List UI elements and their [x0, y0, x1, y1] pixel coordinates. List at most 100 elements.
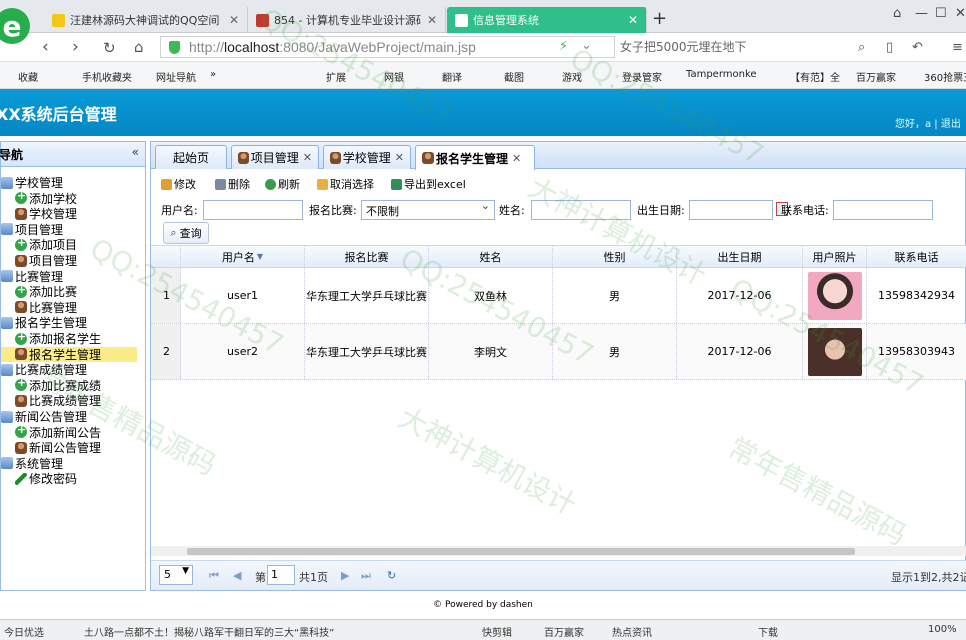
- sidebar-group[interactable]: 比赛管理: [1, 269, 63, 284]
- sidebar-item[interactable]: 添加比赛: [1, 283, 77, 299]
- column-header[interactable]: 用户名 ▼: [181, 246, 305, 267]
- sidebar-item-label: 添加学校: [29, 191, 78, 206]
- name-input[interactable]: [531, 200, 631, 220]
- sidebar-item[interactable]: 添加新闻公告: [1, 423, 101, 440]
- bookmark-item[interactable]: 网银: [384, 69, 404, 84]
- chevron-down-icon[interactable]: ⌄: [581, 38, 592, 53]
- column-header[interactable]: 出生日期: [677, 246, 803, 267]
- sidebar-item[interactable]: 添加项目: [1, 236, 77, 252]
- table-row[interactable]: 2 user2 华东理工大学乒乓球比赛 李明文 男 2017-12-06 139…: [151, 324, 966, 380]
- close-tab-icon[interactable]: ✕: [395, 151, 404, 164]
- first-page-icon[interactable]: ⏮: [209, 569, 219, 583]
- url-field[interactable]: http://localhost:8080/JavaWebProject/mai…: [160, 36, 615, 58]
- bookmark-item[interactable]: 翻译: [442, 69, 462, 84]
- sidebar-item[interactable]: 学校管理: [1, 206, 77, 221]
- contest-select[interactable]: 不限制: [361, 199, 495, 220]
- shirt-icon[interactable]: ⌂: [893, 6, 901, 21]
- column-header[interactable]: 姓名: [429, 246, 553, 267]
- refresh-button[interactable]: 刷新: [265, 176, 300, 192]
- sidebar-item[interactable]: 添加学校: [1, 189, 78, 206]
- search-hint[interactable]: 女子把5000元埋在地下: [620, 38, 747, 55]
- tab-home[interactable]: 起始页: [155, 145, 227, 169]
- lightning-icon[interactable]: ⚡: [559, 39, 568, 54]
- browser-tab[interactable]: 汪建林源码大神调试的QQ空间 ✕: [44, 7, 248, 33]
- sidebar-item-label: 报名学生管理: [29, 347, 102, 362]
- bookmark-item[interactable]: Tampermonke: [686, 69, 757, 80]
- shield-icon: [169, 41, 180, 54]
- bookmark-item[interactable]: 【有范】全: [790, 69, 840, 84]
- sidebar-item[interactable]: 添加报名学生: [1, 330, 101, 346]
- horizontal-scrollbar[interactable]: [151, 546, 966, 556]
- bookmark-item[interactable]: 扩展: [326, 69, 346, 84]
- sidebar-group[interactable]: 系统管理: [1, 456, 63, 471]
- minimize-icon[interactable]: —: [915, 6, 928, 21]
- bookmark-item[interactable]: 登录管家: [622, 69, 662, 84]
- bookmark-item[interactable]: 截图: [504, 69, 524, 84]
- table-row[interactable]: 1 user1 华东理工大学乒乓球比赛 双鱼林 男 2017-12-06 135…: [151, 268, 966, 324]
- bookmark-item[interactable]: 收藏: [18, 69, 38, 84]
- menu-icon[interactable]: ≡: [952, 40, 963, 55]
- collapse-icon[interactable]: «: [132, 145, 139, 159]
- sidebar-item[interactable]: 添加比赛成绩: [1, 376, 101, 393]
- close-tab-icon[interactable]: ✕: [427, 13, 437, 27]
- bookmark-item[interactable]: 360抢票王: [924, 69, 966, 84]
- sidebar-group[interactable]: 比赛成绩管理: [1, 362, 87, 377]
- sidebar-item[interactable]: 比赛成绩管理: [1, 393, 101, 408]
- browser-tab[interactable]: 854 - 计算机专业毕业设计源码 ✕: [248, 7, 446, 33]
- user-greeting[interactable]: 您好，a | 退出: [895, 115, 961, 130]
- sidebar-item[interactable]: 报名学生管理: [1, 346, 137, 362]
- sidebar-item[interactable]: 项目管理: [1, 253, 77, 268]
- export-excel-button[interactable]: 导出到excel: [391, 176, 466, 192]
- edit-button[interactable]: 修改: [161, 176, 196, 192]
- page-size-select[interactable]: 5 ▼: [159, 565, 193, 585]
- bookmark-item[interactable]: 网址导航: [156, 69, 196, 84]
- new-tab-button[interactable]: +: [652, 8, 667, 29]
- unselect-button[interactable]: 取消选择: [317, 176, 374, 192]
- tab-school-management[interactable]: 学校管理 ✕: [323, 145, 411, 169]
- close-tab-icon[interactable]: ✕: [512, 152, 521, 165]
- sidebar-group[interactable]: 报名学生管理: [1, 315, 87, 330]
- refresh-icon[interactable]: ↻: [103, 39, 116, 57]
- bookmark-item[interactable]: »: [210, 69, 216, 80]
- last-page-icon[interactable]: ⏭: [361, 569, 371, 583]
- sidebar-group[interactable]: 项目管理: [1, 222, 63, 237]
- sidebar-item[interactable]: 比赛管理: [1, 300, 77, 315]
- column-header[interactable]: 性别: [553, 246, 677, 267]
- close-tab-icon[interactable]: ✕: [303, 151, 312, 164]
- app-title: XX系统后台管理: [0, 105, 117, 124]
- delete-button[interactable]: 删除: [215, 176, 250, 192]
- back-icon[interactable]: ‹: [42, 37, 49, 57]
- scrollbar-thumb[interactable]: [187, 548, 855, 555]
- sidebar-item[interactable]: 修改密码: [1, 471, 77, 486]
- column-header[interactable]: 联系电话: [867, 246, 966, 267]
- maximize-icon[interactable]: ☐: [935, 6, 947, 21]
- forward-icon[interactable]: ›: [72, 37, 79, 57]
- data-grid: 用户名 ▼ 报名比赛 姓名 性别 出生日期 用户照片 联系电话 1 user1 华…: [151, 245, 966, 551]
- search-icon[interactable]: ⌕: [858, 40, 865, 55]
- bookmark-item[interactable]: 百万赢家: [856, 69, 896, 84]
- close-tab-icon[interactable]: ✕: [628, 13, 638, 27]
- close-tab-icon[interactable]: ✕: [229, 13, 239, 27]
- reload-icon[interactable]: ↻: [387, 569, 396, 582]
- undo-icon[interactable]: ↶: [912, 40, 923, 55]
- column-header[interactable]: 用户照片: [803, 246, 867, 267]
- page-number-input[interactable]: 1: [267, 565, 295, 585]
- next-page-icon[interactable]: ▶: [341, 569, 349, 582]
- phone-icon[interactable]: ▯: [886, 40, 893, 55]
- bookmark-item[interactable]: 游戏: [562, 69, 582, 84]
- sidebar-group[interactable]: 学校管理: [1, 175, 63, 190]
- browser-tab-active[interactable]: 信息管理系统 ✕: [447, 7, 647, 33]
- sidebar-item[interactable]: 新闻公告管理: [1, 440, 101, 455]
- prev-page-icon[interactable]: ◀: [233, 569, 241, 582]
- sidebar-group[interactable]: 新闻公告管理: [1, 409, 87, 424]
- birth-date-input[interactable]: [689, 200, 788, 220]
- username-input[interactable]: [203, 200, 303, 220]
- bookmark-item[interactable]: 手机收藏夹: [82, 69, 132, 84]
- close-window-icon[interactable]: ✕: [955, 6, 966, 21]
- phone-input[interactable]: [833, 200, 933, 220]
- column-header[interactable]: 报名比赛: [305, 246, 429, 267]
- tab-student-registration[interactable]: 报名学生管理 ✕: [415, 145, 535, 170]
- home-icon[interactable]: ⌂: [134, 38, 144, 56]
- tab-project-management[interactable]: 项目管理 ✕: [231, 145, 319, 169]
- query-button[interactable]: ⌕ 查询: [163, 222, 209, 244]
